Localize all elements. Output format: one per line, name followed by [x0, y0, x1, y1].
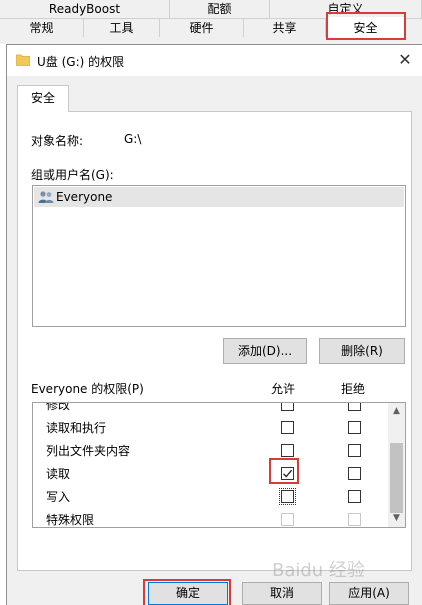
- allow-checkbox[interactable]: [281, 403, 294, 411]
- user-list[interactable]: Everyone: [32, 185, 406, 327]
- allow-checkbox[interactable]: [281, 421, 294, 434]
- scroll-thumb[interactable]: [390, 443, 403, 513]
- folder-icon: [16, 54, 30, 66]
- background-tab-strip: ReadyBoost 配额 自定义 常规 工具 硬件 共享 安全: [0, 0, 422, 44]
- permission-name: 读取和执行: [46, 421, 107, 435]
- allow-checkbox[interactable]: [281, 444, 294, 457]
- permissions-scrollbar[interactable]: ▲ ▼: [388, 403, 405, 527]
- tab-readyboost[interactable]: ReadyBoost: [0, 0, 170, 18]
- permission-name: 特殊权限: [46, 513, 95, 527]
- tab-general[interactable]: 常规: [0, 19, 84, 37]
- focus-indicator: [279, 488, 296, 505]
- remove-button[interactable]: 删除(R): [319, 338, 405, 364]
- permission-name: 写入: [46, 490, 71, 504]
- permissions-list: 修改读取和执行列出文件夹内容 读取写入特殊权限 ▲ ▼: [32, 402, 406, 528]
- tab-row: 安全: [7, 85, 422, 112]
- object-name-value: G:\: [124, 132, 142, 146]
- apply-button[interactable]: 应用(A): [329, 582, 409, 605]
- checkmark-icon: [283, 469, 293, 478]
- permission-name: 修改: [46, 402, 71, 412]
- permission-row: 特殊权限: [33, 508, 388, 527]
- deny-checkbox: [348, 513, 361, 526]
- permissions-label: Everyone 的权限(P): [31, 382, 144, 396]
- deny-column-header: 拒绝: [341, 382, 366, 396]
- tab-customize[interactable]: 自定义: [270, 0, 422, 18]
- tab-sharing[interactable]: 共享: [244, 19, 326, 37]
- permission-name: 列出文件夹内容: [46, 444, 131, 458]
- allow-column-header: 允许: [271, 382, 296, 396]
- tab-hardware[interactable]: 硬件: [160, 19, 244, 37]
- deny-checkbox[interactable]: [348, 403, 361, 411]
- title-bar: U盘 (G:) 的权限 ✕: [7, 45, 422, 76]
- add-button[interactable]: 添加(D)...: [223, 338, 307, 364]
- ok-button[interactable]: 确定: [148, 582, 228, 605]
- list-item[interactable]: Everyone: [34, 187, 404, 207]
- permission-row: 读取和执行: [33, 416, 388, 439]
- user-name: Everyone: [56, 190, 113, 204]
- permission-row: 列出文件夹内容: [33, 439, 388, 462]
- security-panel: 对象名称: G:\ 组或用户名(G): Everyone 添加(D)... 删除…: [17, 111, 412, 571]
- scroll-down-icon[interactable]: ▼: [388, 510, 405, 527]
- users-icon: [38, 191, 54, 203]
- group-label: 组或用户名(G):: [31, 168, 114, 182]
- deny-checkbox[interactable]: [348, 490, 361, 503]
- allow-checkbox: [281, 513, 294, 526]
- deny-checkbox[interactable]: [348, 467, 361, 480]
- permission-row: 修改: [33, 402, 388, 416]
- object-name-label: 对象名称:: [31, 134, 84, 148]
- deny-checkbox[interactable]: [348, 444, 361, 457]
- deny-checkbox[interactable]: [348, 421, 361, 434]
- permission-row: 读取: [33, 462, 388, 485]
- window-title: U盘 (G:) 的权限: [37, 55, 125, 69]
- permission-name: 读取: [46, 467, 71, 481]
- scroll-up-icon[interactable]: ▲: [388, 403, 405, 420]
- tab-tools[interactable]: 工具: [84, 19, 160, 37]
- permission-row: 写入: [33, 485, 388, 508]
- close-icon[interactable]: ✕: [394, 49, 416, 71]
- permissions-dialog: U盘 (G:) 的权限 ✕ 安全 对象名称: G:\ 组或用户名(G): Eve…: [6, 44, 422, 605]
- tab-security[interactable]: 安全: [326, 17, 406, 39]
- allow-checkbox[interactable]: [281, 467, 294, 480]
- tab-security-active[interactable]: 安全: [17, 85, 69, 112]
- tab-quota[interactable]: 配额: [170, 0, 270, 18]
- cancel-button[interactable]: 取消: [242, 582, 322, 605]
